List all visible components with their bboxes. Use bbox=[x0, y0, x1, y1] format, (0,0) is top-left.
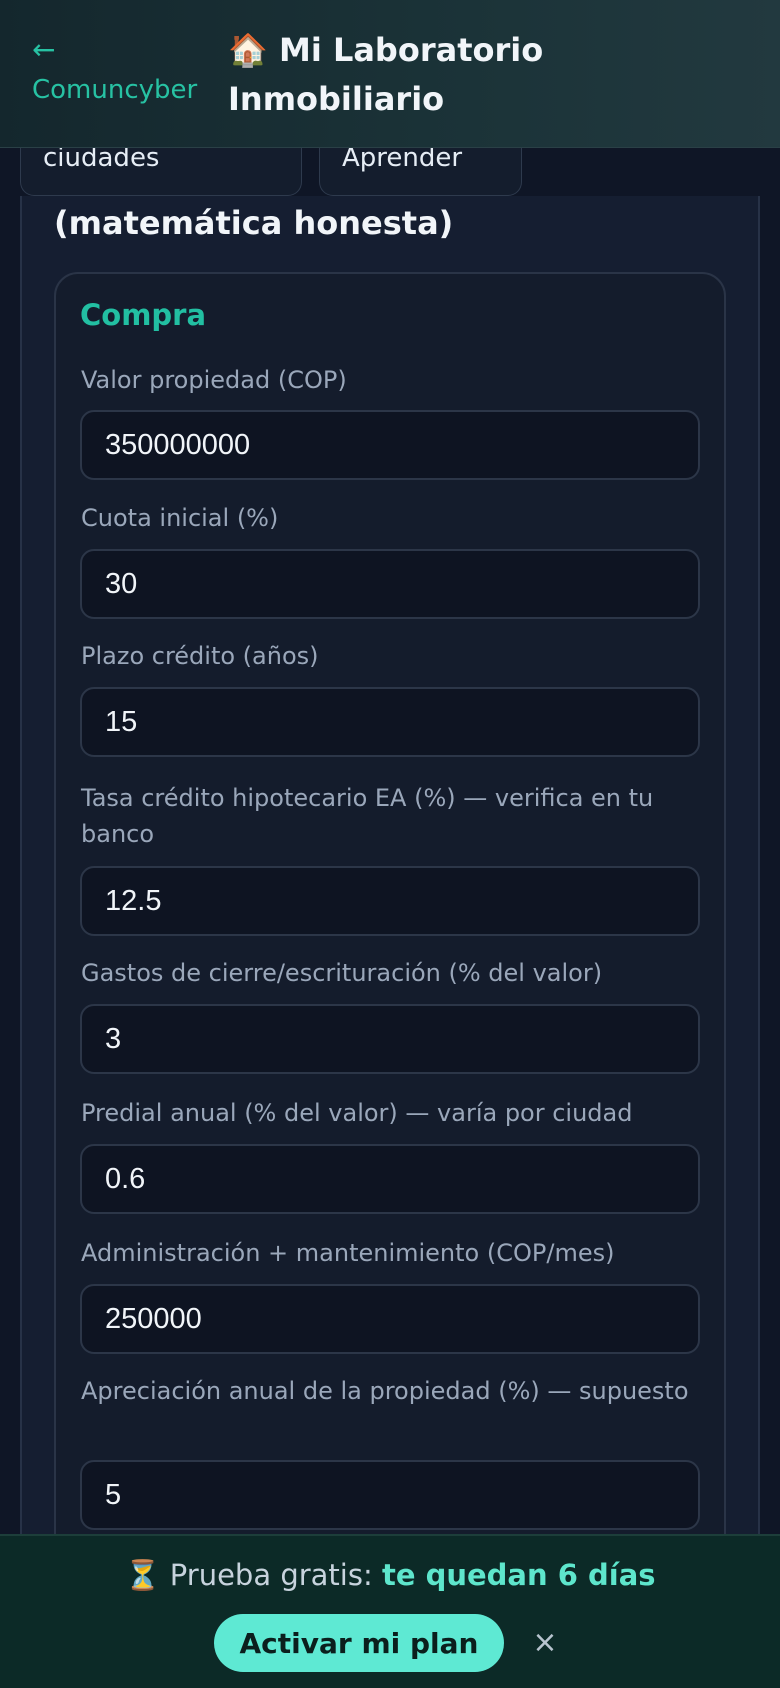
app-header: ← Comuncyber 🏠 Mi Laboratorio Inmobiliar… bbox=[0, 0, 780, 148]
trial-days-left: te quedan 6 días bbox=[381, 1558, 656, 1592]
closing-costs-label: Gastos de cierre/escrituración (% del va… bbox=[81, 959, 603, 987]
administration-input[interactable] bbox=[80, 1284, 700, 1354]
back-link-label: Comuncyber bbox=[32, 75, 198, 105]
trial-prefix: Prueba gratis: bbox=[169, 1558, 373, 1592]
appreciation-label: Apreciación anual de la propiedad (%) — … bbox=[81, 1377, 689, 1405]
property-tax-label: Predial anual (% del valor) — varía por … bbox=[81, 1099, 633, 1127]
administration-label: Administración + mantenimiento (COP/mes) bbox=[81, 1239, 615, 1267]
loan-term-label: Plazo crédito (años) bbox=[81, 642, 319, 670]
section-title: (matemática honesta) bbox=[54, 204, 454, 242]
back-arrow-icon: ← bbox=[32, 33, 56, 66]
activate-plan-button[interactable]: Activar mi plan bbox=[214, 1614, 504, 1672]
trial-banner: ⏳ Prueba gratis: te quedan 6 días Activa… bbox=[0, 1534, 780, 1688]
loan-term-input[interactable] bbox=[80, 687, 700, 757]
property-value-label: Valor propiedad (COP) bbox=[81, 366, 347, 394]
app-title: 🏠 Mi Laboratorio Inmobiliario bbox=[228, 31, 544, 118]
back-link[interactable]: ← Comuncyber bbox=[32, 30, 197, 110]
mortgage-rate-input[interactable] bbox=[80, 866, 700, 936]
mortgage-rate-label: Tasa crédito hipotecario EA (%) — verifi… bbox=[81, 784, 654, 848]
appreciation-input[interactable] bbox=[80, 1460, 700, 1530]
closing-costs-input[interactable] bbox=[80, 1004, 700, 1074]
close-icon[interactable]: × bbox=[530, 1616, 560, 1670]
down-payment-input[interactable] bbox=[80, 549, 700, 619]
property-tax-input[interactable] bbox=[80, 1144, 700, 1214]
page: 🏙️ Datos ciudades 📚 Aprender (matemática… bbox=[0, 0, 780, 1688]
trial-message: ⏳ Prueba gratis: te quedan 6 días bbox=[0, 1552, 780, 1598]
property-value-input[interactable] bbox=[80, 410, 700, 480]
purchase-heading: Compra bbox=[80, 298, 207, 332]
down-payment-label: Cuota inicial (%) bbox=[81, 504, 279, 532]
hourglass-icon: ⏳ bbox=[124, 1558, 161, 1592]
